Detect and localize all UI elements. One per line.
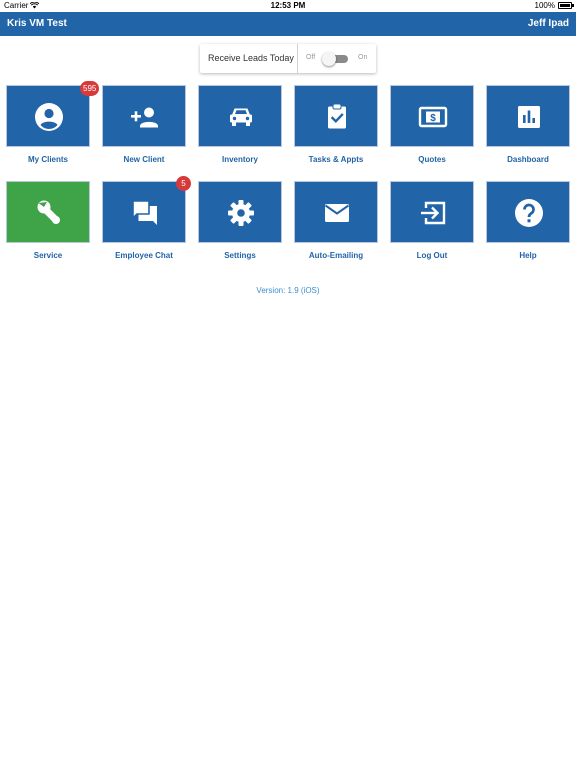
my-clients-badge: 595 (80, 81, 100, 96)
status-time: 12:53 PM (270, 1, 306, 10)
quotes-label: Quotes (418, 155, 446, 164)
divider (297, 44, 298, 73)
dashboard-label: Dashboard (507, 155, 549, 164)
user-name[interactable]: Jeff Ipad (528, 18, 569, 29)
chat-bubbles-icon (132, 200, 157, 225)
auto-emailing-button[interactable] (294, 181, 378, 243)
service-label: Service (33, 251, 63, 260)
person-add-icon (131, 107, 158, 128)
help-button[interactable] (486, 181, 570, 243)
account-circle-icon (35, 103, 63, 131)
employee-chat-label: Employee Chat (115, 251, 173, 260)
settings-button[interactable] (198, 181, 282, 243)
bar-chart-icon (518, 106, 540, 128)
status-bar: Carrier 12:53 PM 100% (0, 0, 576, 12)
toggle-on-label: On (358, 54, 368, 61)
wrench-icon (37, 200, 60, 224)
clipboard-check-icon (328, 103, 346, 129)
battery-icon (558, 2, 574, 9)
tasks-appts-label: Tasks & Appts (308, 155, 364, 164)
receive-leads-panel: Receive Leads Today Off On (200, 44, 376, 73)
employee-chat-badge: 5 (176, 176, 191, 191)
new-client-button[interactable] (102, 85, 186, 147)
toggle-off-label: Off (306, 54, 316, 61)
envelope-icon (324, 204, 350, 222)
receive-leads-label: Receive Leads Today (208, 53, 294, 63)
app-header: Kris VM Test Jeff Ipad (0, 12, 576, 36)
dollar-bill-icon: $ (418, 106, 448, 128)
battery-percent: 100% (534, 1, 555, 10)
dashboard-button[interactable] (486, 85, 570, 147)
inventory-label: Inventory (221, 155, 258, 164)
log-out-button[interactable] (390, 181, 474, 243)
help-circle-icon (515, 199, 543, 227)
my-clients-button[interactable] (6, 85, 90, 147)
new-client-label: New Client (123, 155, 165, 164)
settings-label: Settings (224, 251, 256, 260)
svg-text:$: $ (430, 113, 436, 124)
quotes-button[interactable]: $ (390, 85, 474, 147)
version-text: Version: 1.9 (iOS) (256, 286, 320, 295)
battery-info: 100% (534, 1, 574, 10)
my-clients-label: My Clients (27, 155, 68, 164)
app-title: Kris VM Test (7, 18, 67, 29)
log-out-label: Log Out (416, 251, 448, 260)
gear-icon (228, 200, 254, 226)
car-icon (230, 108, 252, 126)
tasks-appts-button[interactable] (294, 85, 378, 147)
inventory-button[interactable] (198, 85, 282, 147)
exit-icon (421, 201, 446, 225)
toggle-knob[interactable] (322, 52, 336, 66)
employee-chat-button[interactable] (102, 181, 186, 243)
help-label: Help (519, 251, 537, 260)
auto-emailing-label: Auto-Emailing (308, 251, 364, 260)
service-button[interactable] (6, 181, 90, 243)
